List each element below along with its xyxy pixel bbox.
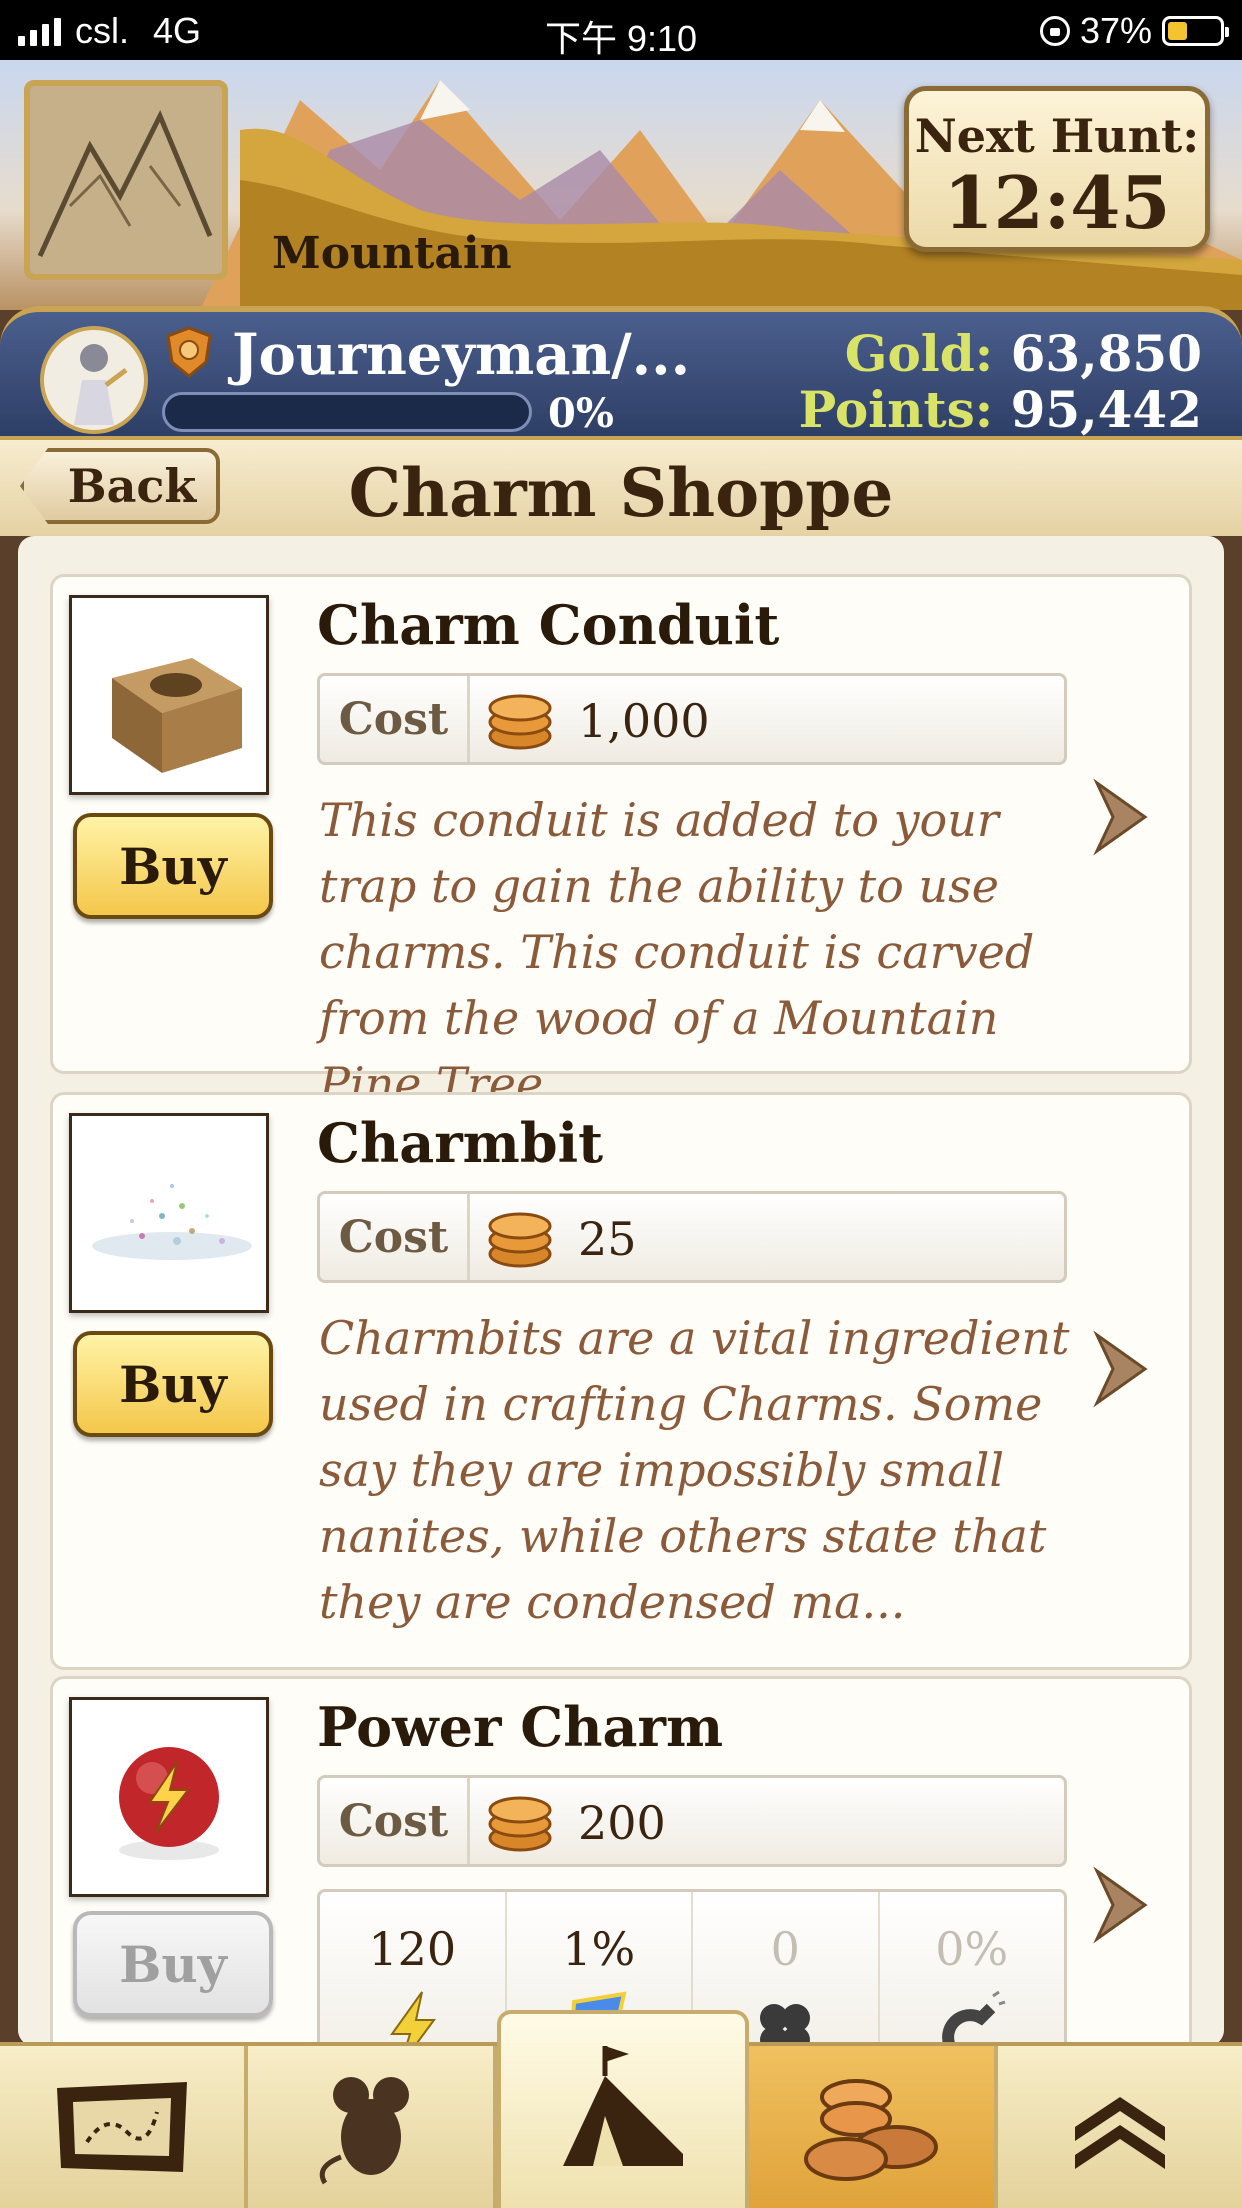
- player-stats: Gold: 63,850 Points: 95,442: [799, 326, 1202, 438]
- nav-more-button[interactable]: [997, 2046, 1242, 2208]
- power-bonus-value: 1%: [562, 1922, 636, 1976]
- expand-icon: [1074, 2097, 1165, 2169]
- shop-list[interactable]: Buy Charm Conduit Cost 1,000 This condui…: [18, 536, 1224, 2046]
- mouse-icon: [319, 2077, 409, 2185]
- rotation-lock-icon: [1039, 16, 1070, 46]
- battery-icon: [1162, 16, 1229, 46]
- rank-progress-bar: [162, 392, 532, 432]
- power-value: 120: [368, 1922, 457, 1976]
- magnet-icon: [941, 1990, 1006, 2046]
- list-item-charmbit[interactable]: Buy Charmbit Cost 25 Charmbits are a vit…: [50, 1092, 1192, 1670]
- coins-icon: [804, 2079, 939, 2181]
- attraction-value: 0%: [935, 1922, 1009, 1976]
- list-item-power-charm[interactable]: Buy Power Charm Cost 200 120 1% 0 0%: [50, 1676, 1192, 2046]
- status-bar: csl. 4G 下午 9:10 37%: [0, 0, 1242, 60]
- cost-value: 1,000: [578, 694, 710, 748]
- page-title: Charm Shoppe: [348, 454, 894, 532]
- attraction-stat: 0%: [880, 1892, 1065, 2046]
- buy-button[interactable]: Buy: [73, 1331, 273, 1437]
- location-map-thumbnail[interactable]: [24, 80, 228, 280]
- list-item-charm-conduit[interactable]: Buy Charm Conduit Cost 1,000 This condui…: [50, 574, 1192, 1111]
- item-description: Charmbits are a vital ingredient used in…: [319, 1311, 1070, 1629]
- location-header: Mountain Next Hunt: 12:45: [0, 60, 1242, 310]
- cost-label: Cost: [320, 1194, 470, 1280]
- buy-button[interactable]: Buy: [73, 1911, 273, 2017]
- next-hunt-timer[interactable]: Next Hunt: 12:45: [904, 86, 1210, 252]
- cost-label: Cost: [320, 1778, 470, 1864]
- luck-value: 0: [770, 1922, 800, 1976]
- nav-shop-button[interactable]: [749, 2046, 998, 2208]
- chevron-right-icon[interactable]: [1089, 777, 1159, 857]
- battery-percent: 37%: [1079, 10, 1152, 51]
- clover-icon: [760, 2004, 811, 2046]
- next-hunt-label: Next Hunt:: [914, 109, 1200, 163]
- points-value: 95,442: [1010, 380, 1202, 439]
- power-charm-image: [69, 1697, 269, 1897]
- nav-camp-button[interactable]: [496, 2010, 750, 2208]
- item-name: Charm Conduit: [317, 593, 780, 657]
- bottom-nav: [0, 2010, 1242, 2208]
- item-name: Charmbit: [317, 1111, 604, 1175]
- cost-value: 25: [578, 1212, 637, 1266]
- item-name: Power Charm: [317, 1695, 724, 1759]
- gold-label: Gold:: [844, 324, 994, 383]
- cost-value: 200: [578, 1796, 666, 1850]
- rank-progress-text: 0%: [548, 390, 614, 437]
- gold-coins-icon: [488, 694, 552, 750]
- power-stat: 120: [320, 1892, 507, 2046]
- location-name: Mountain: [272, 228, 512, 279]
- cost-box: Cost 1,000: [317, 673, 1067, 765]
- cost-box: Cost 200: [317, 1775, 1067, 1867]
- buy-button[interactable]: Buy: [73, 813, 273, 919]
- cost-label: Cost: [320, 676, 470, 762]
- avatar[interactable]: [40, 326, 148, 434]
- gold-value: 63,850: [1010, 324, 1202, 383]
- nav-mice-button[interactable]: [248, 2046, 497, 2208]
- lightning-icon: [390, 1991, 437, 2046]
- charm-conduit-image: [69, 595, 269, 795]
- title-bar: Back Charm Shoppe: [0, 440, 1242, 536]
- cost-box: Cost 25: [317, 1191, 1067, 1283]
- chevron-right-icon[interactable]: [1089, 1865, 1159, 1945]
- rank-title[interactable]: Journeyman/...: [232, 322, 690, 388]
- map-icon: [57, 2082, 188, 2172]
- gold-coins-icon: [488, 1796, 552, 1852]
- camp-icon: [563, 2046, 684, 2166]
- chevron-right-icon[interactable]: [1089, 1329, 1159, 1409]
- rank-shield-icon: [166, 326, 212, 378]
- item-description: This conduit is added to your trap to ga…: [319, 793, 1035, 1111]
- points-label: Points:: [798, 380, 994, 439]
- gold-coins-icon: [488, 1212, 552, 1268]
- nav-map-button[interactable]: [0, 2046, 249, 2208]
- next-hunt-time: 12:45: [943, 160, 1171, 245]
- charmbit-image: [69, 1113, 269, 1313]
- player-bar: Journeyman/... 0% Gold: 63,850 Points: 9…: [0, 306, 1242, 440]
